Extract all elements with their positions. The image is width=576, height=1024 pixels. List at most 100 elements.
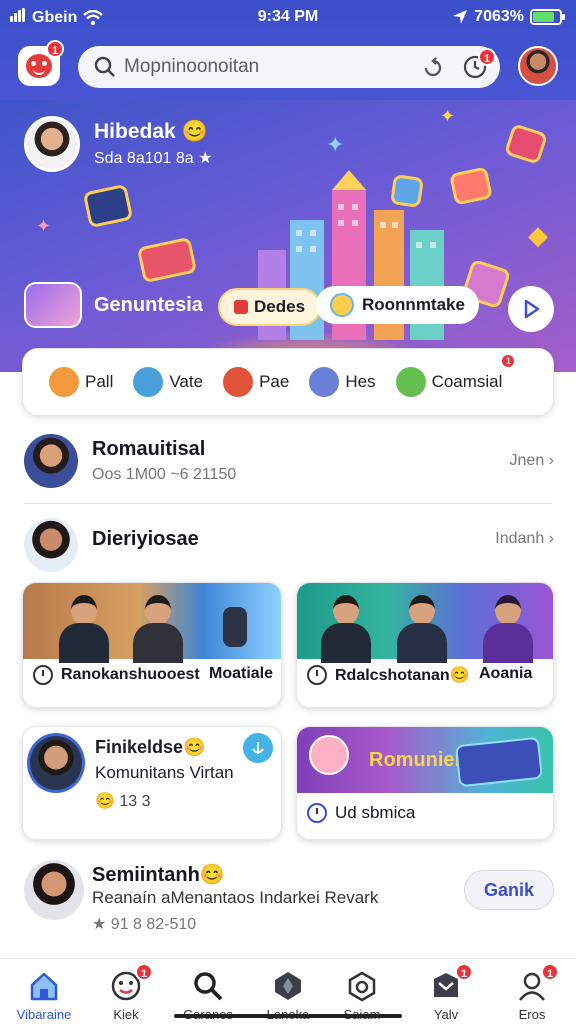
- category-4[interactable]: Coamsial 1: [395, 353, 517, 397]
- avatar: [27, 733, 85, 793]
- profile-subtitle: Sda 8a101 8a ★: [94, 150, 213, 167]
- sparkle-icon: ◆: [528, 220, 548, 250]
- nav-label: Kiek: [113, 1007, 139, 1022]
- floating-game-card: [449, 166, 493, 206]
- nav-item-5[interactable]: 1 Yalv: [406, 963, 486, 1022]
- category-icon: [395, 367, 426, 397]
- card-thumbnail: [23, 583, 281, 663]
- location-arrow-icon: [453, 10, 468, 24]
- category-label: Hes: [345, 372, 376, 391]
- notification-button[interactable]: 1: [460, 48, 496, 82]
- list-item[interactable]: Romauitisal Oos 1M00 ~6 21150 Jnen ›: [24, 434, 554, 490]
- ganik-button[interactable]: Ganik: [464, 870, 554, 910]
- gem-icon: [271, 969, 305, 1003]
- list-item-subtitle: Reanaín aMenantaos Indarkei Revark: [92, 888, 379, 907]
- clock-icon: [307, 665, 327, 685]
- card-title: Ranokanshuooest: [61, 666, 200, 683]
- dedes-chip[interactable]: Dedes: [218, 288, 322, 326]
- category-badge: 1: [500, 353, 517, 369]
- nav-label: Yalv: [433, 1007, 459, 1022]
- chip-label: Roonnmtake: [362, 295, 465, 314]
- anchor-button[interactable]: [243, 733, 273, 763]
- avatar: [24, 518, 78, 572]
- mascot-icon: [26, 54, 52, 78]
- notification-badge: 1: [478, 48, 496, 66]
- category-label: Vate: [169, 372, 204, 391]
- category-icon: [49, 367, 79, 397]
- person-icon: 1: [515, 963, 559, 1003]
- hero-feature-link[interactable]: Genuntesia: [24, 282, 203, 328]
- face-icon: 1: [109, 963, 153, 1003]
- recommendation-chip[interactable]: Roonnmtake: [316, 286, 479, 324]
- voice-search-icon[interactable]: [422, 56, 444, 78]
- mascot-icon: [309, 735, 349, 775]
- mascot-icon: [330, 293, 354, 317]
- content-card[interactable]: Rdalcshotanan😊 Aoania: [296, 582, 554, 708]
- home-icon: [27, 969, 61, 1003]
- feature-label: Genuntesia: [94, 293, 203, 316]
- play-icon: [524, 299, 540, 319]
- floating-ticket-card: [136, 236, 198, 284]
- hero-banner: ✦ ✦ ✦ ◆ Hibedak 😊 Sda 8a101 8a ★ Genunte…: [0, 100, 576, 372]
- category-1[interactable]: Vate: [133, 367, 203, 397]
- home-indicator: [174, 1014, 402, 1018]
- camera-icon: [345, 969, 379, 1003]
- list-item-title: Romauitisal: [92, 438, 206, 460]
- content-card[interactable]: Ranokanshuooest Moatiale: [22, 582, 282, 708]
- bag-icon: 1: [429, 963, 473, 1003]
- search-icon: [191, 969, 225, 1003]
- list-item[interactable]: Dieriyiosae Indanh ›: [24, 518, 554, 574]
- view-more-link[interactable]: Indanh ›: [495, 530, 554, 548]
- sparkle-icon: ✦: [326, 132, 345, 157]
- app-logo[interactable]: 1: [18, 40, 64, 86]
- category-icon: [309, 367, 340, 397]
- app-badge: 1: [46, 40, 64, 58]
- content-card[interactable]: Romuniel Ud sbmica: [296, 726, 554, 840]
- nav-item-1[interactable]: 1 Kiek: [86, 963, 166, 1022]
- card-banner: Romuniel: [297, 727, 553, 793]
- sparkle-icon: ✦: [440, 106, 456, 126]
- divider: [24, 503, 552, 504]
- nav-badge: 1: [541, 963, 559, 981]
- nav-item-0[interactable]: Vibaraine: [4, 969, 84, 1022]
- search-bar[interactable]: 1: [78, 46, 500, 88]
- content-card[interactable]: Finikeldse😊 Komunitans Virtan 😊 13 3: [22, 726, 282, 840]
- nav-badge: 1: [135, 963, 153, 981]
- card-subtitle: Komunitans Virtan: [95, 763, 234, 782]
- banner-title: Romuniel: [369, 749, 461, 771]
- card-title: Finikeldse😊: [95, 737, 206, 757]
- category-2[interactable]: Pae: [223, 367, 289, 397]
- clock-icon: [33, 665, 53, 685]
- card-thumbnail: [297, 583, 553, 663]
- floating-photo-card: [82, 183, 134, 229]
- anchor-icon: [252, 742, 264, 754]
- avatar: [24, 860, 84, 920]
- nav-item-6[interactable]: 1 Eros: [492, 963, 572, 1022]
- clock-icon: [307, 803, 327, 823]
- list-item-title: Dieriyiosae: [92, 528, 199, 550]
- floating-screen-card: [455, 736, 543, 788]
- category-icon: [133, 367, 164, 397]
- search-input[interactable]: [124, 56, 394, 78]
- category-label: Coamsial: [431, 372, 503, 391]
- list-item-meta: ★ 91 8 82-510: [92, 916, 197, 933]
- card-title: Ud sbmica: [335, 803, 416, 822]
- avatar: [24, 434, 78, 488]
- list-item-title: Semiintanh😊: [92, 864, 225, 886]
- nav-label: Vibaraine: [16, 1007, 72, 1022]
- play-button[interactable]: [508, 286, 554, 332]
- category-3[interactable]: Hes: [309, 367, 376, 397]
- hero-profile[interactable]: Hibedak 😊 Sda 8a101 8a ★: [24, 116, 212, 172]
- card-title: Aoania: [479, 665, 533, 682]
- speaker-icon: [223, 607, 247, 647]
- category-label: Pall: [85, 372, 114, 391]
- card-title: Moatiale: [209, 665, 274, 682]
- chip-label: Dedes: [254, 297, 306, 316]
- view-more-link[interactable]: Jnen ›: [510, 452, 554, 470]
- sparkle-icon: ✦: [36, 216, 52, 236]
- user-avatar[interactable]: [518, 46, 558, 86]
- search-icon: [94, 56, 115, 77]
- status-bar: Gbein 9:34 PM 7063%: [0, 0, 576, 36]
- category-0[interactable]: Pall: [49, 367, 113, 397]
- nav-badge: 1: [455, 963, 473, 981]
